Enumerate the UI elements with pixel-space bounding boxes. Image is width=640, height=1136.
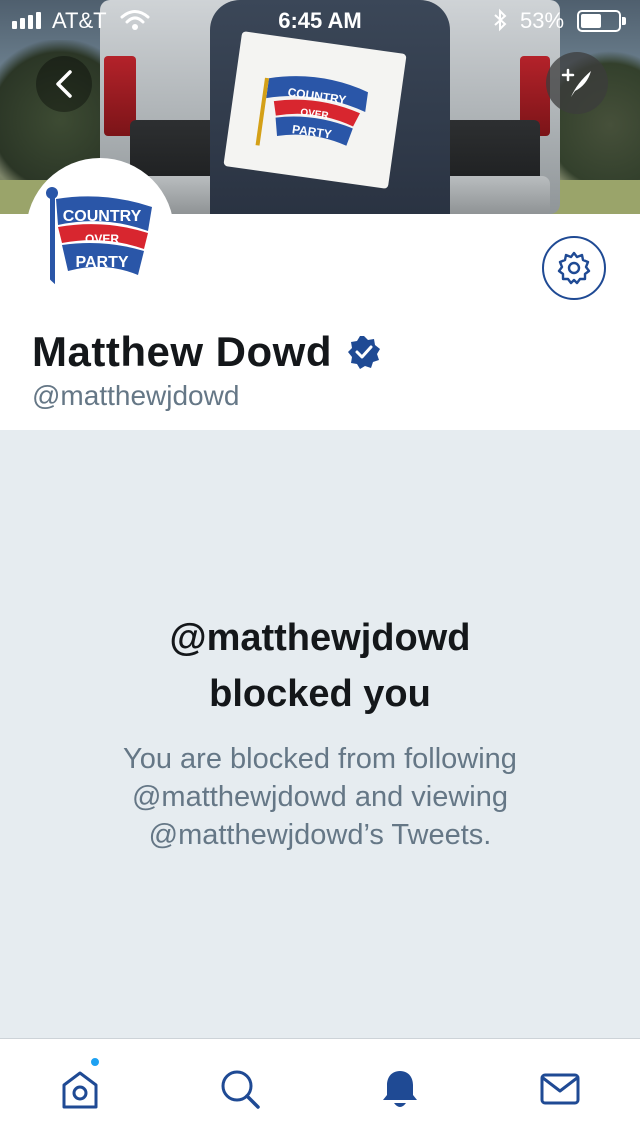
username-handle: @matthewjdowd	[32, 380, 240, 411]
country-over-party-logo: COUNTRY OVER PARTY	[46, 187, 152, 285]
tab-messages[interactable]	[536, 1065, 584, 1113]
new-content-dot	[89, 1056, 101, 1068]
blocked-title: @matthewjdowd blocked you	[0, 610, 640, 722]
avatar[interactable]: COUNTRY OVER PARTY	[26, 158, 174, 306]
bluetooth-icon	[494, 8, 507, 32]
bell-icon	[383, 1071, 417, 1107]
battery-percent: 53%	[520, 8, 565, 33]
logo-text: OVER	[85, 232, 119, 246]
logo-text: COUNTRY	[63, 208, 142, 225]
avatar-image: COUNTRY OVER PARTY	[31, 163, 169, 301]
back-icon	[56, 70, 72, 98]
home-icon	[62, 1071, 98, 1109]
status-bar: AT&T 6:45 AM 53%	[0, 0, 640, 40]
battery-icon	[577, 10, 626, 32]
tab-home[interactable]	[56, 1065, 104, 1113]
tab-notifications[interactable]	[376, 1065, 424, 1113]
logo-text: PARTY	[75, 254, 128, 271]
display-name-row: Matthew Dowd	[32, 328, 382, 376]
mail-icon	[540, 1073, 580, 1105]
back-button[interactable]	[36, 56, 92, 112]
blocked-title-text: blocked you	[209, 673, 431, 715]
verified-icon	[347, 336, 380, 369]
gear-icon	[557, 251, 591, 285]
compose-icon	[561, 68, 591, 97]
banner-flag: COUNTRY OVER PARTY	[223, 31, 407, 189]
country-over-party-logo: COUNTRY OVER PARTY	[255, 76, 368, 146]
blocked-title-handle: @matthewjdowd	[169, 617, 471, 659]
profile-settings-button[interactable]	[542, 236, 606, 300]
search-icon	[221, 1070, 260, 1109]
compose-tweet-button[interactable]	[546, 52, 608, 114]
tab-search[interactable]	[216, 1065, 264, 1113]
bottom-tab-bar	[0, 1038, 640, 1136]
blocked-description: You are blocked from following @matthewj…	[123, 743, 517, 851]
blocked-notice-panel: @matthewjdowd blocked you You are blocke…	[0, 430, 640, 1038]
display-name: Matthew Dowd	[32, 328, 332, 375]
